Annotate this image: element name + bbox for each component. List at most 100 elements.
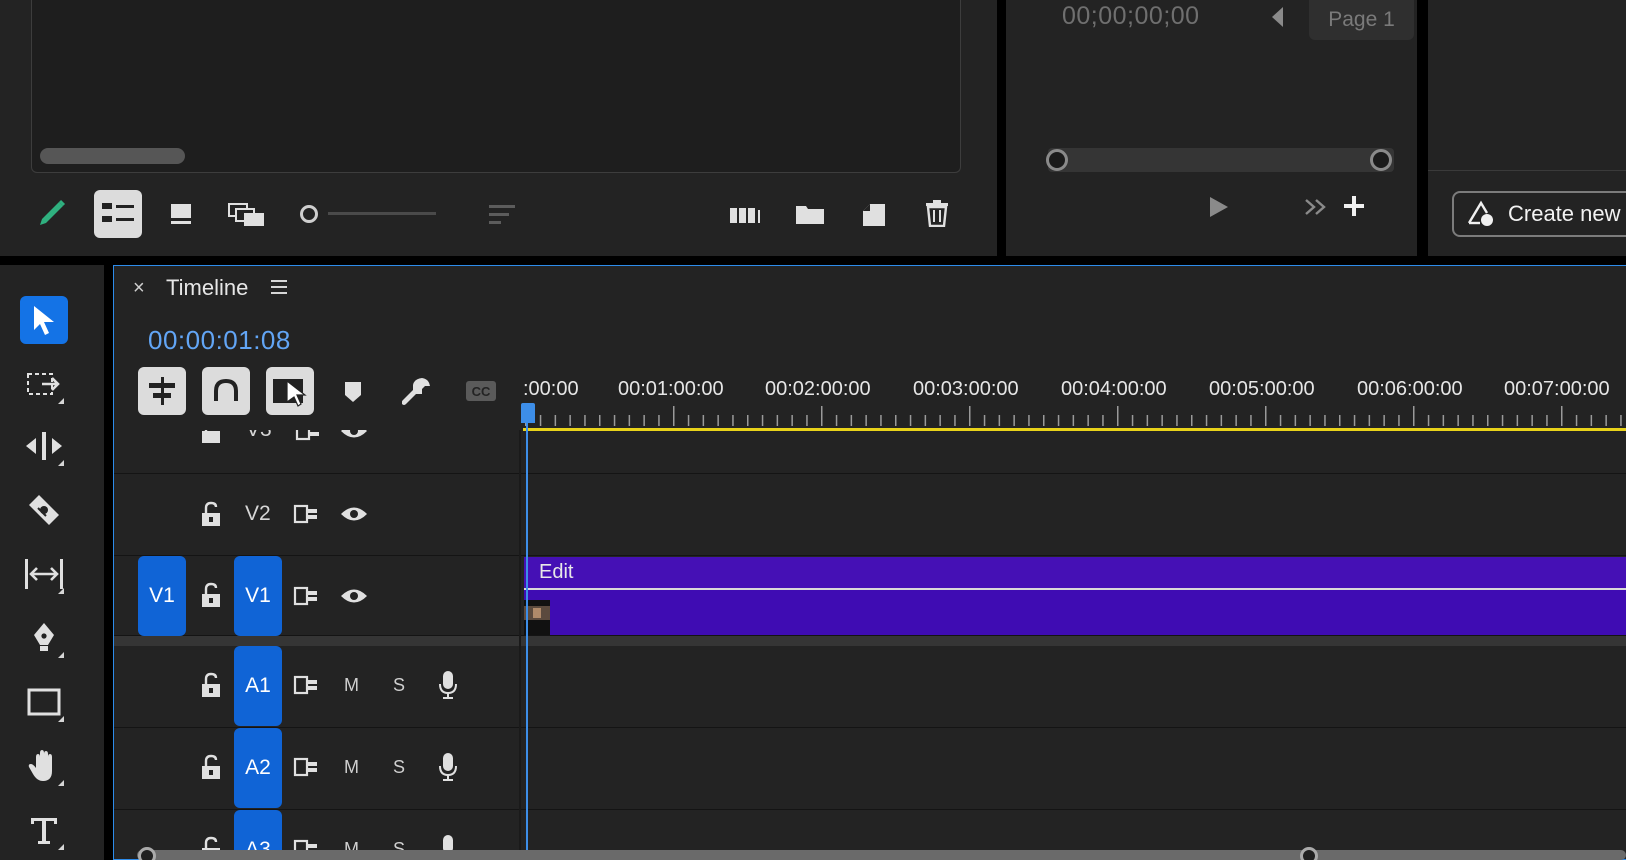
sync-lock-icon[interactable] xyxy=(293,838,319,850)
track-target-a3[interactable]: A3 xyxy=(234,810,282,850)
timeline-scroll-left-handle[interactable] xyxy=(138,847,156,860)
minor-tick xyxy=(1205,415,1208,426)
lock-icon[interactable] xyxy=(200,582,222,608)
add-button-icon[interactable] xyxy=(1343,195,1365,217)
playhead-handle[interactable] xyxy=(521,403,535,423)
major-tick xyxy=(1413,406,1415,426)
solo-button[interactable]: S xyxy=(393,757,405,778)
mute-button[interactable]: M xyxy=(344,675,359,696)
captions-cc-icon[interactable]: CC xyxy=(465,380,497,402)
add-marker-icon[interactable] xyxy=(344,381,362,403)
minor-tick xyxy=(1087,415,1089,426)
eye-icon[interactable] xyxy=(340,587,368,605)
hand-tool[interactable] xyxy=(20,742,68,790)
eye-icon[interactable] xyxy=(340,430,368,440)
linked-selection-button[interactable] xyxy=(266,367,314,415)
play-icon[interactable] xyxy=(1208,196,1230,218)
sync-lock-icon[interactable] xyxy=(293,503,319,525)
pen-tool[interactable] xyxy=(20,614,68,662)
minor-tick xyxy=(924,415,927,426)
nest-toggle-button[interactable] xyxy=(138,367,186,415)
lock-icon[interactable] xyxy=(200,672,222,698)
track-row-a2 xyxy=(114,728,1626,810)
playhead-line[interactable] xyxy=(526,410,528,850)
eye-icon[interactable] xyxy=(340,505,368,523)
minor-tick xyxy=(1368,415,1371,426)
mute-button[interactable]: M xyxy=(344,757,359,778)
pencil-icon[interactable] xyxy=(36,193,68,227)
sync-lock-icon[interactable] xyxy=(293,674,319,696)
solo-button[interactable]: S xyxy=(393,839,405,850)
video-clip[interactable] xyxy=(524,590,1626,635)
svg-text:CC: CC xyxy=(472,384,491,399)
track-target-v1[interactable]: V1 xyxy=(234,556,282,636)
icon-view-icon[interactable] xyxy=(170,203,192,225)
automate-to-sequence-icon[interactable] xyxy=(729,205,763,225)
page-tab[interactable]: Page 1 xyxy=(1309,0,1414,40)
monitor-timecode[interactable]: 00;00;00;00 xyxy=(1062,2,1200,31)
minor-tick xyxy=(850,415,853,426)
minor-tick xyxy=(1620,415,1622,426)
lock-icon[interactable] xyxy=(200,754,222,780)
voiceover-mic-icon[interactable] xyxy=(438,752,458,782)
new-item-icon[interactable] xyxy=(862,203,886,227)
freeform-view-icon[interactable] xyxy=(228,203,266,227)
timeline-scroll-right-handle[interactable] xyxy=(1300,847,1318,860)
lock-icon[interactable] xyxy=(200,501,222,527)
insert-nest-icon xyxy=(149,377,175,405)
mute-button[interactable]: M xyxy=(344,839,359,850)
ruler-label: 00:07:00:00 xyxy=(1504,378,1610,400)
more-controls-icon[interactable] xyxy=(1304,198,1328,216)
lock-icon[interactable] xyxy=(200,836,222,850)
voiceover-mic-icon[interactable] xyxy=(438,670,458,700)
voiceover-mic-icon[interactable] xyxy=(438,834,458,850)
video-audio-divider[interactable] xyxy=(114,636,1626,646)
ripple-edit-tool[interactable] xyxy=(20,422,68,470)
solo-button[interactable]: S xyxy=(393,675,405,696)
sort-icon[interactable] xyxy=(488,203,516,225)
panel-menu-icon[interactable] xyxy=(270,279,288,295)
track-select-forward-tool[interactable] xyxy=(20,360,68,408)
slip-icon xyxy=(25,559,63,589)
type-tool[interactable] xyxy=(20,806,68,854)
monitor-scroll-right-handle[interactable] xyxy=(1370,149,1392,171)
minor-tick xyxy=(1043,415,1045,426)
project-horizontal-scrollbar[interactable] xyxy=(40,148,185,164)
sync-lock-icon[interactable] xyxy=(293,756,319,778)
selection-tool[interactable] xyxy=(20,296,68,344)
playhead-timecode[interactable]: 00:00:01:08 xyxy=(148,325,291,356)
track-label-v3[interactable]: V3 xyxy=(246,430,272,442)
track-target-a1[interactable]: A1 xyxy=(234,646,282,726)
video-clip-header[interactable] xyxy=(524,557,1626,589)
monitor-scroll-left-handle[interactable] xyxy=(1046,149,1068,171)
lock-icon[interactable] xyxy=(200,430,222,444)
rectangle-tool[interactable] xyxy=(20,678,68,726)
source-patch-v1[interactable]: V1 xyxy=(138,556,186,636)
sync-lock-icon[interactable] xyxy=(295,430,321,442)
slip-tool[interactable] xyxy=(20,550,68,598)
track-target-a2[interactable]: A2 xyxy=(234,728,282,808)
minor-tick xyxy=(1501,415,1504,426)
minor-tick xyxy=(702,415,705,426)
minor-tick xyxy=(1353,415,1356,426)
create-new-button[interactable]: Create new xyxy=(1452,191,1626,237)
close-tab-icon[interactable]: × xyxy=(133,277,145,300)
timeline-horizontal-scrollbar[interactable] xyxy=(137,850,1626,860)
timeline-tab-title[interactable]: Timeline xyxy=(166,275,248,301)
monitor-zoom-scrollbar[interactable] xyxy=(1048,148,1394,172)
razor-tool[interactable] xyxy=(20,486,68,534)
minor-tick xyxy=(1028,415,1030,426)
list-view-button[interactable] xyxy=(94,190,142,238)
snap-button[interactable] xyxy=(202,367,250,415)
track-label-v2[interactable]: V2 xyxy=(245,502,271,526)
timeline-settings-wrench-icon[interactable] xyxy=(402,376,432,406)
ruler-label: 00:06:00:00 xyxy=(1357,378,1463,400)
zoom-slider-track[interactable] xyxy=(328,212,436,215)
trash-icon[interactable] xyxy=(925,199,949,227)
minor-tick xyxy=(806,415,808,426)
zoom-slider[interactable] xyxy=(300,205,318,223)
hand-icon xyxy=(28,750,52,781)
previous-page-icon[interactable] xyxy=(1271,6,1285,28)
sync-lock-icon[interactable] xyxy=(293,585,319,607)
new-bin-icon[interactable] xyxy=(795,203,825,225)
